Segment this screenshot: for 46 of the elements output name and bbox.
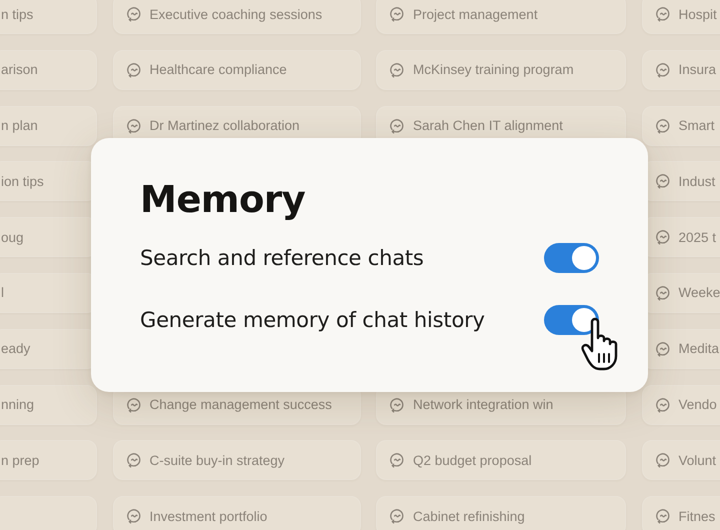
- chat-card[interactable]: C-suite buy-in strategy: [112, 440, 360, 480]
- chat-card[interactable]: Healthcare compliance: [112, 50, 360, 90]
- chat-bubble-icon: [654, 229, 670, 246]
- chat-card[interactable]: n prep: [0, 440, 97, 480]
- chat-bubble-icon: [654, 284, 670, 301]
- chat-bubble-icon: [389, 6, 405, 22]
- chat-bubble-icon: [126, 452, 142, 468]
- dialog-title: Memory: [140, 178, 306, 221]
- chat-card[interactable]: nning: [0, 384, 97, 425]
- chat-bubble-icon: [654, 508, 670, 524]
- chat-bubble-icon: [389, 452, 405, 468]
- chat-bubble-icon: [389, 118, 405, 134]
- chat-card[interactable]: Hospit: [642, 0, 720, 34]
- chat-bubble-icon: [654, 452, 670, 468]
- chat-bubble-icon: [389, 508, 405, 524]
- chat-card[interactable]: Insura: [642, 50, 720, 90]
- chat-bubble-icon: [126, 6, 142, 22]
- chat-bubble-icon: [654, 340, 670, 357]
- chat-card[interactable]: Smart: [642, 106, 720, 146]
- chat-bubble-icon: [126, 396, 142, 413]
- chat-card[interactable]: Q2 budget proposal: [376, 440, 626, 480]
- chat-bubble-icon: [389, 396, 405, 413]
- chat-bubble-icon: [654, 62, 670, 78]
- chat-card[interactable]: Vendo: [642, 384, 720, 425]
- toggle-switch[interactable]: [544, 305, 599, 335]
- setting-label: Search and reference chats: [140, 246, 424, 270]
- chat-card[interactable]: arison: [0, 50, 97, 90]
- chat-card[interactable]: Fitnes: [642, 496, 720, 530]
- setting-label: Generate memory of chat history: [140, 308, 485, 332]
- chat-card[interactable]: Investment portfolio: [112, 496, 360, 530]
- chat-bubble-icon: [654, 173, 670, 190]
- toggle-switch[interactable]: [544, 243, 599, 273]
- chat-card[interactable]: Executive coaching sessions: [112, 0, 360, 34]
- chat-bubble-icon: [654, 6, 670, 22]
- chat-bubble-icon: [389, 62, 405, 78]
- chat-card[interactable]: n plan: [0, 106, 97, 146]
- chat-bubble-icon: [126, 118, 142, 134]
- chat-card[interactable]: Cabinet refinishing: [376, 496, 626, 530]
- chat-bubble-icon: [654, 118, 670, 134]
- chat-bubble-icon: [126, 508, 142, 524]
- chat-bubble-icon: [126, 62, 142, 78]
- chat-card[interactable]: Volunt: [642, 440, 720, 480]
- chat-card[interactable]: Project management: [376, 0, 626, 34]
- chat-bubble-icon: [654, 396, 670, 413]
- chat-card[interactable]: McKinsey training program: [376, 50, 626, 90]
- chat-card[interactable]: n tips: [0, 0, 97, 34]
